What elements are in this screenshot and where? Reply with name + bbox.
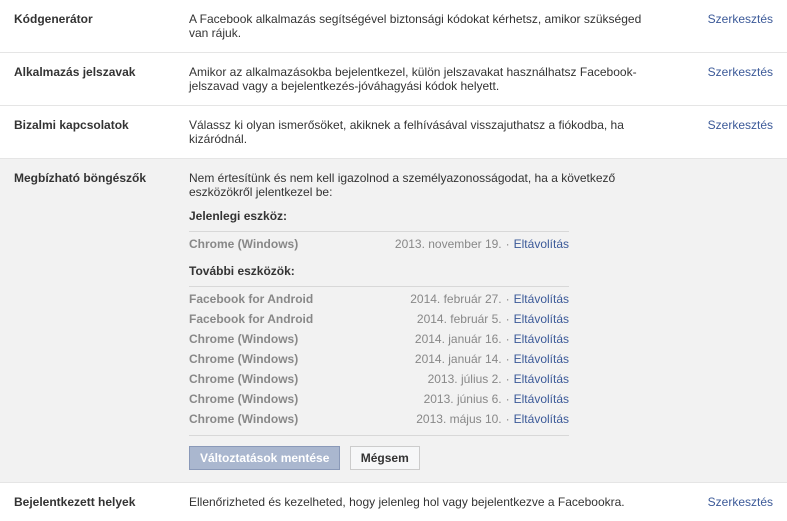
setting-row-megbizhato-bongeszok: Megbízható böngészők Nem értesítünk és n…	[0, 158, 787, 482]
separator-dot: ·	[502, 237, 514, 251]
remove-link[interactable]: Eltávolítás	[514, 292, 569, 306]
setting-label: Kódgenerátor	[14, 12, 189, 40]
setting-label: Bejelentkezett helyek	[14, 495, 189, 509]
separator-dot: ·	[502, 352, 514, 366]
device-date: 2013. november 19.	[395, 237, 502, 251]
edit-link[interactable]: Szerkesztés	[708, 118, 773, 132]
device-row: Chrome (Windows)2013. június 6.·Eltávolí…	[189, 389, 569, 409]
device-name: Chrome (Windows)	[189, 332, 415, 346]
device-row: Chrome (Windows) 2013. november 19. · El…	[189, 234, 569, 254]
device-date: 2013. június 6.	[424, 392, 502, 406]
other-devices-header: További eszközök:	[189, 264, 663, 278]
current-device-list: Chrome (Windows) 2013. november 19. · El…	[189, 231, 569, 254]
trusted-intro: Nem értesítünk és nem kell igazolnod a s…	[189, 171, 663, 199]
device-row: Chrome (Windows)2013. május 10.·Eltávolí…	[189, 409, 569, 429]
cancel-button[interactable]: Mégsem	[350, 446, 420, 470]
device-row: Facebook for Android2014. február 27.·El…	[189, 289, 569, 309]
edit-link[interactable]: Szerkesztés	[708, 12, 773, 26]
remove-link[interactable]: Eltávolítás	[514, 372, 569, 386]
other-devices-list: Facebook for Android2014. február 27.·El…	[189, 286, 569, 429]
separator-dot: ·	[502, 392, 514, 406]
setting-row-bizalmi-kapcsolatok: Bizalmi kapcsolatok Válassz ki olyan ism…	[0, 105, 787, 158]
device-row: Chrome (Windows)2014. január 14.·Eltávol…	[189, 349, 569, 369]
remove-link[interactable]: Eltávolítás	[514, 332, 569, 346]
setting-description: Válassz ki olyan ismerősöket, akiknek a …	[189, 118, 683, 146]
setting-row-alkalmazas-jelszavak: Alkalmazás jelszavak Amikor az alkalmazá…	[0, 52, 787, 105]
device-name: Chrome (Windows)	[189, 412, 416, 426]
separator-dot: ·	[502, 292, 514, 306]
device-name: Facebook for Android	[189, 312, 417, 326]
separator-dot: ·	[502, 332, 514, 346]
setting-row-bejelentkezett-helyek: Bejelentkezett helyek Ellenőrizheted és …	[0, 482, 787, 521]
device-name: Chrome (Windows)	[189, 237, 395, 251]
setting-label: Alkalmazás jelszavak	[14, 65, 189, 93]
setting-label: Bizalmi kapcsolatok	[14, 118, 189, 146]
remove-link[interactable]: Eltávolítás	[514, 412, 569, 426]
device-date: 2014. február 5.	[417, 312, 502, 326]
separator-dot: ·	[502, 312, 514, 326]
device-name: Chrome (Windows)	[189, 352, 415, 366]
device-row: Chrome (Windows)2013. július 2.·Eltávolí…	[189, 369, 569, 389]
device-name: Facebook for Android	[189, 292, 410, 306]
remove-link[interactable]: Eltávolítás	[514, 237, 569, 251]
edit-link[interactable]: Szerkesztés	[708, 495, 773, 509]
setting-description: Amikor az alkalmazásokba bejelentkezel, …	[189, 65, 683, 93]
current-device-header: Jelenlegi eszköz:	[189, 209, 663, 223]
remove-link[interactable]: Eltávolítás	[514, 352, 569, 366]
setting-label: Megbízható böngészők	[14, 171, 189, 470]
device-name: Chrome (Windows)	[189, 372, 428, 386]
save-button[interactable]: Változtatások mentése	[189, 446, 340, 470]
separator-dot: ·	[502, 412, 514, 426]
button-bar: Változtatások mentése Mégsem	[189, 435, 569, 470]
device-date: 2013. május 10.	[416, 412, 501, 426]
device-date: 2013. július 2.	[428, 372, 502, 386]
separator-dot: ·	[502, 372, 514, 386]
remove-link[interactable]: Eltávolítás	[514, 392, 569, 406]
device-date: 2014. január 14.	[415, 352, 502, 366]
device-row: Chrome (Windows)2014. január 16.·Eltávol…	[189, 329, 569, 349]
device-date: 2014. január 16.	[415, 332, 502, 346]
setting-row-kodgenerator: Kódgenerátor A Facebook alkalmazás segít…	[0, 0, 787, 52]
edit-link[interactable]: Szerkesztés	[708, 65, 773, 79]
setting-description: A Facebook alkalmazás segítségével bizto…	[189, 12, 683, 40]
remove-link[interactable]: Eltávolítás	[514, 312, 569, 326]
device-row: Facebook for Android2014. február 5.·Elt…	[189, 309, 569, 329]
device-date: 2014. február 27.	[410, 292, 501, 306]
device-name: Chrome (Windows)	[189, 392, 424, 406]
setting-description: Ellenőrizheted és kezelheted, hogy jelen…	[189, 495, 683, 509]
